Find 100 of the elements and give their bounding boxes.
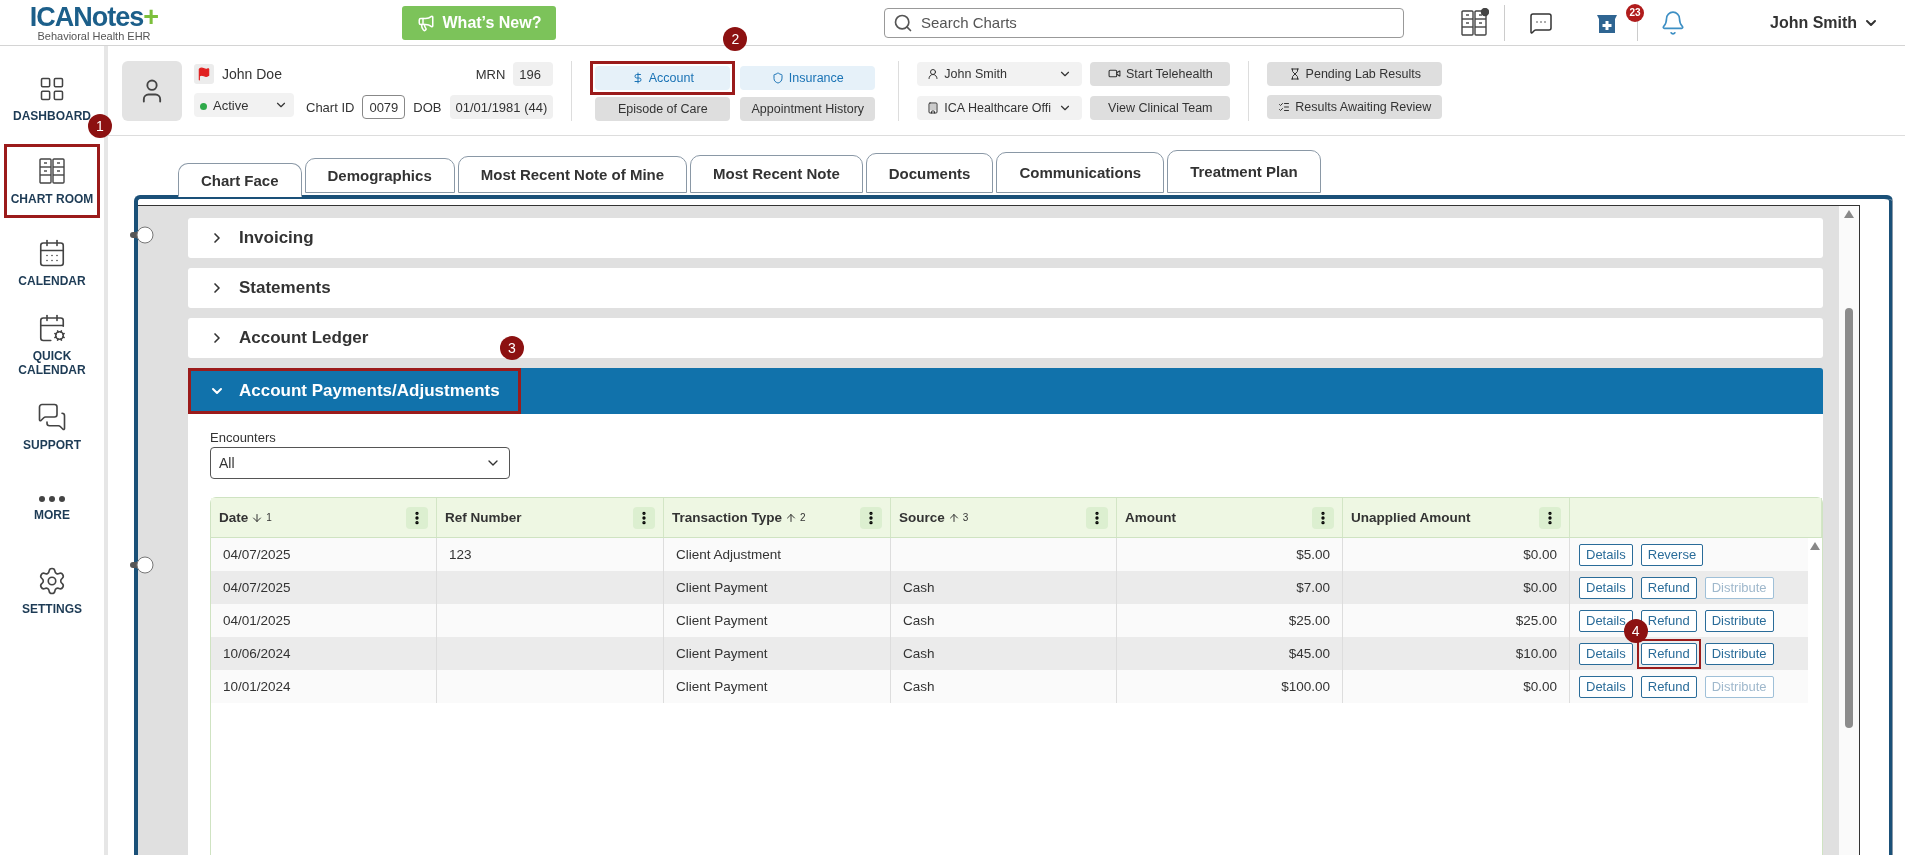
table-cell: $25.00 <box>1515 613 1557 628</box>
column-title: Unapplied Amount <box>1351 510 1471 525</box>
video-icon <box>1107 67 1121 80</box>
row-action-button[interactable]: Distribute <box>1704 642 1774 665</box>
binder-ring-icon <box>130 225 156 245</box>
table-cell: $25.00 <box>1288 613 1330 628</box>
sidebar-item[interactable]: CALENDAR <box>4 226 100 300</box>
provider-select[interactable]: John Smith <box>917 61 1083 86</box>
table-cell: Client Adjustment <box>676 547 782 562</box>
table-cell: $10.00 <box>1515 646 1557 661</box>
row-action-button[interactable]: Refund <box>1640 609 1697 632</box>
accordion-header[interactable]: Account Payments/Adjustments <box>188 368 1823 414</box>
sort-order: 3 <box>962 512 969 523</box>
megaphone-icon <box>416 13 435 32</box>
row-action-button[interactable]: Details <box>1579 609 1633 632</box>
calendar-icon <box>37 313 67 343</box>
tab[interactable]: Most Recent Note of Mine <box>457 156 688 193</box>
section-title: Account Payments/Adjustments <box>239 381 500 401</box>
building-icon <box>927 101 940 114</box>
dob-value: 01/01/1981 (44) <box>449 95 554 119</box>
clinical-team-button[interactable]: View Clinical Team <box>1090 95 1231 120</box>
sidebar-item[interactable]: SETTINGS <box>4 554 100 628</box>
user-menu[interactable]: John Smith <box>1764 12 1886 33</box>
column-menu-button[interactable] <box>860 506 882 529</box>
search-icon <box>893 12 913 33</box>
row-action-button[interactable]: Details <box>1579 675 1633 698</box>
message-icon[interactable] <box>1529 10 1553 35</box>
chat-icon <box>37 402 67 432</box>
location-select[interactable]: ICA Healthcare Offi <box>917 95 1083 120</box>
table-cell: 04/07/2025 <box>223 580 291 595</box>
row-action-button[interactable]: Details <box>1579 642 1633 665</box>
notification-count: 23 <box>1626 3 1644 22</box>
column-menu-button[interactable] <box>1086 506 1108 529</box>
chart-id-label: Chart ID <box>306 99 355 115</box>
binder-ring-icon <box>130 555 156 575</box>
status-select[interactable]: Active <box>194 93 294 117</box>
sidebar-item[interactable]: CHART ROOM <box>4 144 100 218</box>
appointment-history-button[interactable]: Appointment History <box>740 96 876 121</box>
status-dot <box>200 102 207 110</box>
table-cell: Client Payment <box>676 646 768 661</box>
flag-icon <box>197 67 211 81</box>
table-cell: Client Payment <box>676 679 768 694</box>
tab[interactable]: Treatment Plan <box>1167 150 1321 193</box>
callout-number: 2 <box>723 26 748 51</box>
dashboard-icon <box>38 75 66 103</box>
accordion-header[interactable]: Statements <box>188 268 1823 308</box>
chart-id-field[interactable]: 0079 <box>362 95 406 119</box>
results-review-button[interactable]: Results Awaiting Review <box>1267 95 1443 119</box>
tab[interactable]: Communications <box>996 151 1165 193</box>
table-cell: $45.00 <box>1288 646 1330 661</box>
column-menu-button[interactable] <box>1312 506 1334 529</box>
logo-text: ICANotes <box>29 3 144 30</box>
telehealth-button[interactable]: Start Telehealth <box>1090 61 1231 86</box>
row-action-button[interactable]: Refund <box>1640 642 1697 665</box>
sidebar-item[interactable]: MORE <box>4 472 100 546</box>
row-action-button[interactable]: Refund <box>1640 576 1697 599</box>
table-cell: $0.00 <box>1523 547 1557 562</box>
column-title: Date <box>219 510 249 525</box>
row-action-button[interactable]: Refund <box>1640 675 1697 698</box>
person-icon <box>927 67 940 80</box>
table-cell: Client Payment <box>676 580 768 595</box>
table-cell: 10/06/2024 <box>223 646 291 661</box>
table-cell: $0.00 <box>1523 580 1557 595</box>
sidebar-item[interactable]: SUPPORT <box>4 390 100 464</box>
filing-cabinet-icon <box>1459 7 1489 38</box>
column-menu-button[interactable] <box>1539 506 1561 529</box>
tab[interactable]: Chart Face <box>178 163 302 197</box>
section-title: Statements <box>239 278 331 298</box>
dob-label: DOB <box>413 99 442 115</box>
notification-bell-icon[interactable] <box>1660 9 1686 36</box>
row-action-button[interactable]: Details <box>1579 543 1633 566</box>
row-action-button[interactable]: Details <box>1579 576 1633 599</box>
encounters-select[interactable]: All <box>210 447 510 479</box>
episode-of-care-button[interactable]: Episode of Care <box>595 96 731 121</box>
column-menu-button[interactable] <box>406 506 428 529</box>
tab[interactable]: Documents <box>865 153 994 193</box>
row-action-button[interactable]: Reverse <box>1640 543 1704 566</box>
sort-order: 2 <box>800 512 806 523</box>
accordion-header[interactable]: Invoicing <box>188 218 1823 258</box>
account-button[interactable]: Account <box>595 65 731 90</box>
row-action-button[interactable]: Distribute <box>1704 609 1774 632</box>
column-menu-button[interactable] <box>633 506 655 529</box>
scrollbar[interactable] <box>1839 206 1859 855</box>
table-cell: $5.00 <box>1296 547 1330 562</box>
table-cell: 123 <box>449 547 472 562</box>
search-field[interactable]: Search Charts <box>884 7 1404 38</box>
table-cell: $100.00 <box>1281 679 1330 694</box>
sort-order: 1 <box>266 512 272 523</box>
tab[interactable]: Most Recent Note <box>690 154 863 193</box>
sidebar-item[interactable]: QUICK CALENDAR <box>4 308 100 382</box>
table-cell: 04/07/2025 <box>223 547 291 562</box>
section-title: Account Ledger <box>239 328 369 348</box>
tab[interactable]: Demographics <box>304 157 455 193</box>
scroll-up-icon[interactable] <box>1844 210 1854 218</box>
table-cell: 04/01/2025 <box>223 613 291 628</box>
logo-plus: + <box>143 3 159 30</box>
insurance-button[interactable]: Insurance <box>740 65 876 90</box>
pending-lab-results-button[interactable]: Pending Lab Results <box>1267 62 1443 86</box>
scroll-up-icon[interactable] <box>1810 542 1820 550</box>
hourglass-icon <box>1288 68 1301 80</box>
